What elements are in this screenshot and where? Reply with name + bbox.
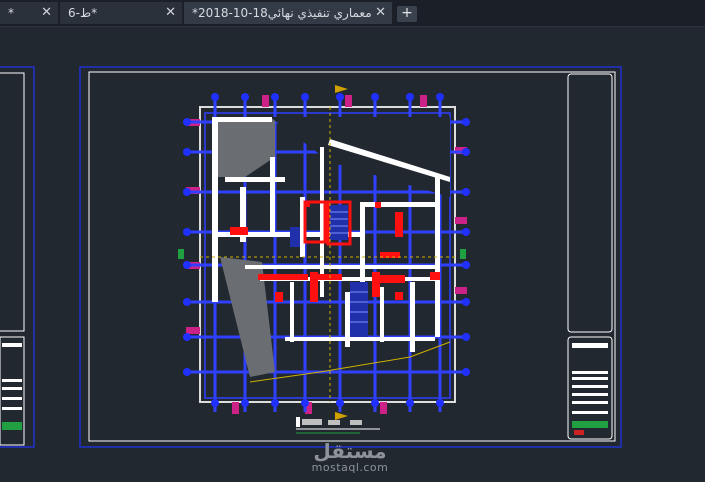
drawing-canvas[interactable]: [0, 27, 705, 482]
tab-label: *معماري تنفيذي نهائي18-10-2018: [192, 6, 372, 20]
close-icon[interactable]: ✕: [375, 2, 386, 24]
close-icon[interactable]: ✕: [41, 2, 52, 24]
floor-plan: [178, 85, 470, 420]
tab-label: ط-6*: [68, 6, 98, 20]
close-icon[interactable]: ✕: [165, 2, 176, 24]
tab-drawing-2[interactable]: ط-6* ✕: [60, 2, 182, 24]
left-title-block: [0, 336, 25, 446]
tab-label: *: [8, 6, 14, 20]
new-tab-button[interactable]: +: [397, 6, 417, 22]
watermark: مستقل mostaql.com: [300, 440, 400, 474]
drawing-title: [296, 417, 380, 434]
cad-drawing: [0, 66, 622, 448]
left-sheet-border: [0, 72, 25, 332]
tab-drawing-1[interactable]: * ✕: [0, 2, 58, 24]
watermark-brand: مستقل: [313, 439, 387, 463]
watermark-domain: mostaql.com: [311, 461, 389, 474]
right-title-block: [567, 73, 613, 440]
tab-bar: * ✕ ط-6* ✕ *معماري تنفيذي نهائي18-10-201…: [0, 0, 705, 27]
tab-drawing-active[interactable]: *معماري تنفيذي نهائي18-10-2018 ✕: [184, 2, 392, 24]
